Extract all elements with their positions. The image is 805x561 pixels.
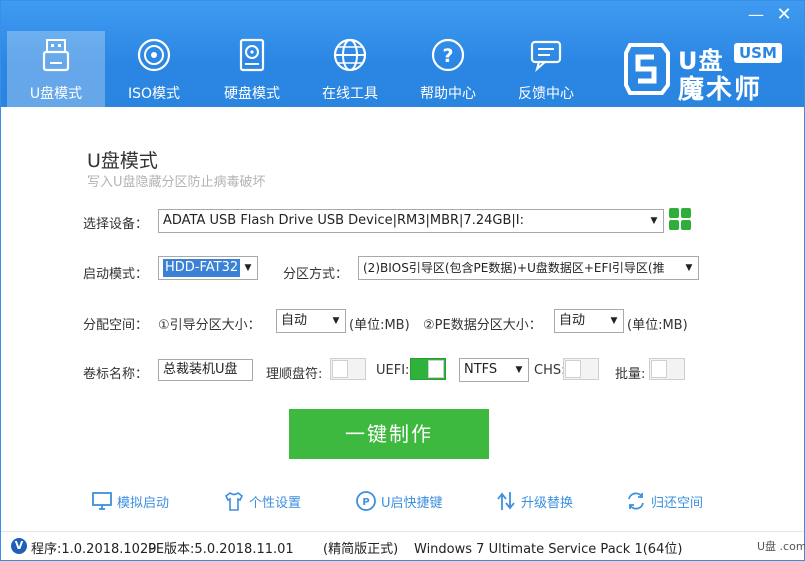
nav-item-iso-mode[interactable]: ISO模式 — [105, 31, 203, 107]
filesystem-select[interactable]: NTFS ▼ — [459, 358, 529, 382]
app-window: — ✕ U盘模式 ISO模式 硬盘模式 在线工具 ? 帮助中心 反馈中心 U盘 … — [0, 0, 805, 561]
globe-icon — [332, 37, 368, 73]
tool-label: 升级替换 — [521, 495, 574, 511]
alloc-label: 分配空间： — [83, 318, 149, 333]
edition-label: (精简版正式) — [323, 542, 399, 557]
partition-method-select[interactable]: (2)BIOS引导区(包含PE数据)+U盘数据区+EFI引导区(推 ▼ — [358, 256, 699, 280]
tool-label: 归还空间 — [651, 495, 704, 511]
filesystem-value: NTFS — [464, 362, 498, 377]
nav-label: U盘模式 — [29, 86, 83, 102]
chevron-down-icon: ▼ — [242, 257, 254, 279]
nav-label: 硬盘模式 — [224, 86, 280, 102]
svg-text:P: P — [362, 497, 369, 508]
tool-label: 个性设置 — [249, 495, 302, 511]
usb-drive-icon — [38, 37, 74, 73]
boot-mode-select[interactable]: HDD-FAT32 ▼ — [158, 256, 258, 280]
device-select-value: ADATA USB Flash Drive USB Device|RM3|MBR… — [163, 213, 524, 228]
minimize-button[interactable]: — — [744, 5, 768, 25]
shortcut-key-icon: P — [355, 490, 377, 512]
defrag-label: 理顺盘符: — [266, 367, 323, 382]
device-grid-icon[interactable] — [669, 208, 691, 230]
logo-mark-icon — [624, 43, 670, 95]
pe-version: PE版本:5.0.2018.11.01 — [148, 542, 294, 557]
toggle-knob — [565, 360, 581, 378]
volume-label: 卷标名称： — [83, 367, 149, 382]
program-version: 程序:1.0.2018.1029 — [31, 542, 157, 557]
header-bar: — ✕ U盘模式 ISO模式 硬盘模式 在线工具 ? 帮助中心 反馈中心 U盘 … — [1, 1, 804, 107]
nav-item-help[interactable]: ? 帮助中心 — [399, 31, 497, 107]
boot-size-select[interactable]: 自动 ▼ — [276, 309, 346, 333]
nav-item-feedback[interactable]: 反馈中心 — [497, 31, 595, 107]
toggle-knob — [651, 360, 667, 378]
partition-method-value: (2)BIOS引导区(包含PE数据)+U盘数据区+EFI引导区(推 — [363, 261, 665, 275]
pe-size-label: ②PE数据分区大小： — [423, 318, 542, 333]
nav-item-online-tools[interactable]: 在线工具 — [301, 31, 399, 107]
boot-mode-value: HDD-FAT32 — [163, 259, 241, 277]
mode-nav: U盘模式 ISO模式 硬盘模式 在线工具 ? 帮助中心 反馈中心 — [7, 31, 595, 107]
svg-text:?: ? — [442, 45, 453, 67]
page-title: U盘模式 — [87, 150, 158, 172]
pe-size-unit: (单位:MB) — [627, 318, 688, 333]
version-badge-icon: V — [11, 538, 27, 554]
tool-restore-space[interactable]: 归还空间 — [625, 489, 703, 513]
boot-size-label: ①引导分区大小： — [158, 318, 261, 333]
device-label: 选择设备： — [83, 217, 149, 232]
toggle-knob — [332, 360, 348, 378]
chevron-down-icon: ▼ — [513, 359, 525, 381]
hard-disk-icon — [234, 37, 270, 73]
toggle-knob — [428, 360, 444, 378]
nav-label: 反馈中心 — [518, 86, 574, 102]
feedback-icon — [528, 37, 564, 73]
logo-badge: USM — [734, 43, 782, 63]
tshirt-icon — [223, 490, 245, 512]
chevron-down-icon: ▼ — [330, 310, 342, 332]
uefi-label: UEFI: — [376, 363, 410, 378]
device-select[interactable]: ADATA USB Flash Drive USB Device|RM3|MBR… — [158, 209, 664, 233]
tool-simulate-boot[interactable]: 模拟启动 — [91, 489, 169, 513]
chs-toggle[interactable] — [563, 358, 599, 380]
help-icon: ? — [430, 37, 466, 73]
partition-method-label: 分区方式： — [283, 267, 349, 282]
nav-label: 在线工具 — [322, 86, 378, 102]
os-info: Windows 7 Ultimate Service Pack 1(64位) — [414, 542, 683, 557]
logo-text-line2: 魔术师 — [678, 75, 763, 105]
chevron-down-icon: ▼ — [683, 257, 695, 279]
app-logo: U盘 USM 魔术师 — [622, 37, 792, 105]
chevron-down-icon: ▼ — [648, 210, 660, 232]
tool-upgrade-replace[interactable]: 升级替换 — [495, 489, 573, 513]
uefi-toggle[interactable] — [410, 358, 446, 380]
boot-mode-label: 启动模式： — [83, 267, 149, 282]
one-click-make-button[interactable]: 一键制作 — [289, 409, 489, 459]
nav-item-disk-mode[interactable]: 硬盘模式 — [203, 31, 301, 107]
close-button[interactable]: ✕ — [772, 5, 796, 25]
nav-label: ISO模式 — [127, 86, 181, 102]
nav-label: 帮助中心 — [420, 86, 476, 102]
page-subtitle: 写入U盘隐藏分区防止病毒破坏 — [87, 175, 266, 190]
nav-item-usb-mode[interactable]: U盘模式 — [7, 31, 105, 107]
restore-icon — [625, 490, 647, 512]
tool-boot-shortcut[interactable]: P U启快捷键 — [355, 489, 443, 513]
volume-name-input[interactable]: 总裁装机U盘 — [158, 359, 253, 381]
monitor-icon — [91, 490, 113, 512]
upgrade-icon — [495, 490, 517, 512]
chevron-down-icon: ▼ — [608, 310, 620, 332]
boot-size-value: 自动 — [281, 313, 308, 328]
boot-size-unit: (单位:MB) — [349, 318, 410, 333]
watermark: U盘 .com — [757, 540, 805, 553]
tool-label: 模拟启动 — [117, 495, 170, 511]
batch-toggle[interactable] — [649, 358, 685, 380]
tool-label: U启快捷键 — [381, 495, 443, 511]
defrag-toggle[interactable] — [330, 358, 366, 380]
pe-size-select[interactable]: 自动 ▼ — [554, 309, 624, 333]
batch-label: 批量: — [615, 367, 646, 382]
pe-size-value: 自动 — [559, 313, 586, 328]
status-bar: V 程序:1.0.2018.1029 PE版本:5.0.2018.11.01 (… — [1, 531, 805, 560]
tool-personalize[interactable]: 个性设置 — [223, 489, 301, 513]
chs-label: CHS: — [534, 363, 566, 378]
disc-icon — [136, 37, 172, 73]
